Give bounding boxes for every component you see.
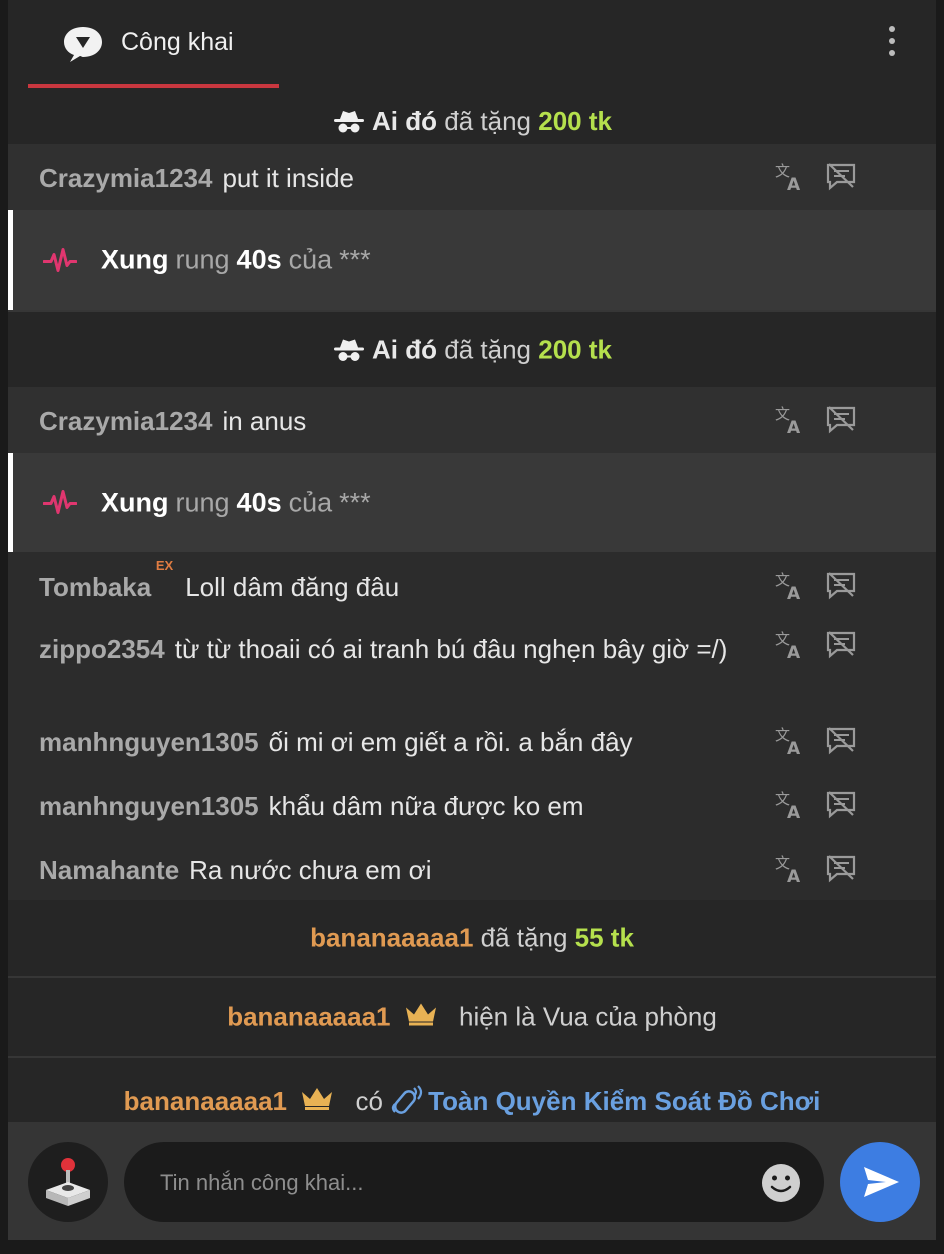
translate-icon[interactable]: 文A	[774, 569, 806, 601]
king-user[interactable]: bananaaaaa1	[227, 1002, 390, 1032]
tab-public[interactable]: Công khai	[28, 0, 279, 88]
chat-username[interactable]: zippo2354	[39, 634, 165, 664]
gift-sender[interactable]: bananaaaaa1	[310, 923, 473, 953]
chat-username[interactable]: Crazymia1234	[39, 406, 212, 436]
pulse-icon	[43, 490, 77, 514]
chat-message: Namahante Ra nước chưa em ơi	[39, 855, 431, 886]
vibration-duration: 40s	[236, 244, 282, 275]
chat-text: ối mi ơi em giết a rồi. a bắn đây	[268, 727, 633, 757]
vibrating-toy-icon	[392, 1085, 423, 1114]
translate-icon[interactable]: 文A	[774, 724, 806, 756]
svg-text:A: A	[787, 803, 801, 820]
king-text: hiện là Vua của phòng	[458, 1001, 717, 1032]
gift-notice: bananaaaaa1 đã tặng 55 tk	[8, 900, 936, 976]
gift-sender[interactable]: Ai đó	[372, 334, 437, 364]
chat-text: Loll dâm đăng đâu	[185, 572, 400, 602]
incognito-icon	[334, 111, 365, 133]
chat-text: in anus	[222, 406, 307, 436]
chat-message: Tombaka EX Loll dâm đăng đâu	[39, 558, 400, 603]
chat-message: manhnguyen1305 khẩu dâm nữa được ko em	[39, 791, 584, 822]
king-notice: bananaaaaa1 hiện là Vua của phòng	[8, 976, 936, 1056]
hide-message-icon[interactable]	[825, 403, 857, 435]
vibration-target: ***	[339, 487, 371, 517]
vibration-of: của	[288, 244, 333, 275]
chat-text: put it inside	[222, 163, 354, 193]
gift-verb: đã tặng	[480, 922, 568, 953]
hide-message-icon[interactable]	[825, 160, 857, 192]
vibration-notice: Xung rung 40s của ***	[8, 453, 936, 552]
toy-control-notice: bananaaaaa1 có Toàn Quyền Kiểm Soát Đồ C…	[8, 1056, 936, 1122]
translate-icon[interactable]: 文A	[774, 788, 806, 820]
send-button[interactable]	[840, 1142, 920, 1222]
translate-icon[interactable]: 文A	[774, 403, 806, 435]
control-verb: có	[355, 1086, 383, 1116]
gift-notice: Ai đó đã tặng 200 tk	[8, 88, 936, 144]
svg-text:A: A	[787, 175, 801, 192]
hide-message-icon[interactable]	[825, 628, 857, 660]
control-user[interactable]: bananaaaaa1	[124, 1086, 287, 1116]
chat-username[interactable]: Tombaka EX	[39, 558, 173, 602]
crown-icon	[302, 1088, 333, 1110]
chat-username[interactable]: manhnguyen1305	[39, 791, 259, 821]
pulse-icon	[43, 247, 77, 272]
chat-text: khẩu dâm nữa được ko em	[268, 791, 584, 821]
hide-message-icon[interactable]	[825, 569, 857, 601]
vibration-user[interactable]: Xung	[101, 245, 169, 276]
chat-header: Công khai	[8, 0, 936, 89]
username-text: Tombaka	[39, 572, 152, 602]
vibration-notice: Xung rung 40s của ***	[8, 210, 936, 310]
chat-username[interactable]: manhnguyen1305	[39, 727, 259, 757]
vibration-user[interactable]: Xung	[101, 487, 169, 518]
gift-notice: Ai đó đã tặng 200 tk	[8, 310, 936, 387]
chat-list: Tombaka EX Loll dâm đăng đâu 文A zippo2354 t…	[8, 552, 936, 900]
chat-message: Crazymia1234 in anus 文A	[8, 387, 936, 453]
incognito-icon	[334, 339, 365, 361]
chat-text: Ra nước chưa em ơi	[189, 855, 432, 885]
chat-message: Crazymia1234 put it inside 文A	[8, 144, 936, 210]
chat-username[interactable]: Namahante	[39, 855, 179, 885]
vibration-duration: 40s	[236, 487, 282, 517]
crown-icon	[405, 1003, 436, 1026]
svg-text:A: A	[787, 867, 801, 884]
ex-badge: EX	[155, 558, 174, 573]
gift-amount: 200 tk	[538, 106, 612, 136]
chat-message: zippo2354 từ từ thoaii có ai tranh bú đâu…	[39, 630, 739, 669]
vibration-verb: rung	[175, 244, 230, 275]
control-privilege: Toàn Quyền Kiểm Soát Đồ Chơi	[428, 1086, 821, 1116]
chat-username[interactable]: Crazymia1234	[39, 163, 212, 193]
tab-label: Công khai	[121, 28, 234, 56]
vibration-target: ***	[339, 244, 371, 275]
chat-bubble-icon	[64, 27, 102, 62]
hide-message-icon[interactable]	[825, 852, 857, 884]
chat-text: từ từ thoaii có ai tranh bú đâu nghẹn bâ…	[174, 634, 728, 664]
gift-amount: 55 tk	[574, 922, 634, 953]
joystick-button[interactable]	[28, 1142, 108, 1222]
vibration-verb: rung	[175, 487, 230, 517]
translate-icon[interactable]: 文A	[774, 628, 806, 660]
svg-text:A: A	[787, 584, 801, 601]
gift-verb: đã tặng	[444, 334, 531, 364]
svg-text:A: A	[787, 739, 801, 756]
gift-verb: đã tặng	[444, 106, 531, 136]
hide-message-icon[interactable]	[825, 788, 857, 820]
translate-icon[interactable]: 文A	[774, 852, 806, 884]
chat-message: manhnguyen1305 ối mi ơi em giết a rồi. a …	[39, 727, 633, 758]
message-input-bar	[8, 1122, 936, 1254]
smiley-icon[interactable]	[760, 1162, 802, 1204]
gift-amount: 200 tk	[538, 334, 612, 364]
vibration-of: của	[288, 487, 333, 517]
chat-panel: Công khai Ai đó đã tặng 200 tk Crazymia1…	[8, 0, 936, 1254]
hide-message-icon[interactable]	[825, 724, 857, 756]
joystick-icon	[46, 1158, 90, 1206]
message-field	[124, 1142, 824, 1222]
svg-text:A: A	[787, 643, 801, 660]
send-icon	[864, 1167, 899, 1197]
translate-icon[interactable]: 文A	[774, 160, 806, 192]
gift-sender[interactable]: Ai đó	[372, 106, 437, 136]
message-input[interactable]	[158, 1162, 722, 1204]
svg-text:A: A	[787, 418, 801, 435]
more-vertical-icon[interactable]	[880, 22, 904, 62]
window-frame-bottom	[0, 1240, 944, 1254]
